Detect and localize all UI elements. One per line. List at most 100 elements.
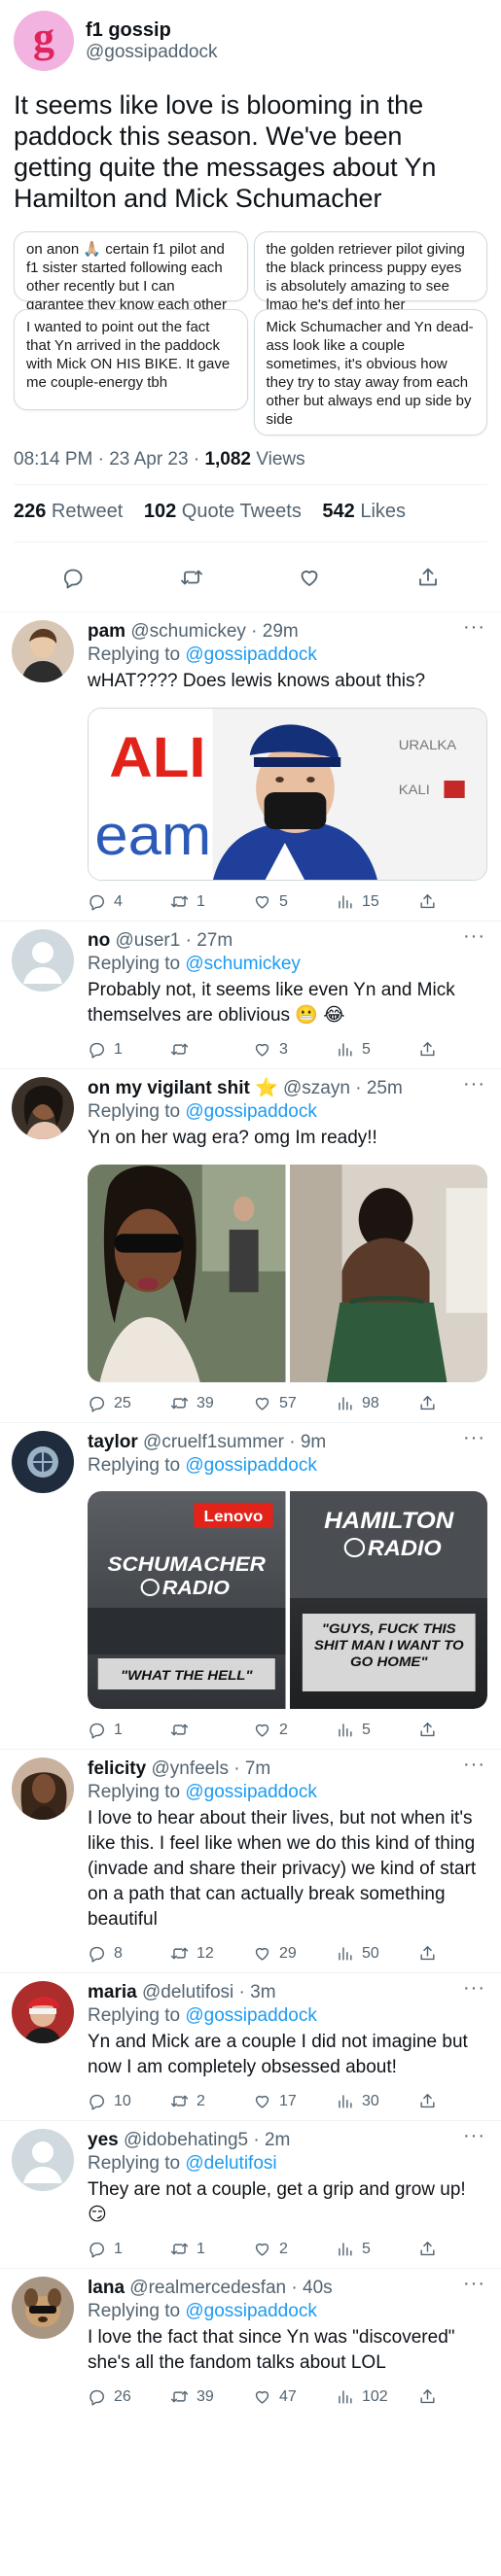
- like-button[interactable]: 57: [253, 1394, 336, 1412]
- likes-stat[interactable]: 542 Likes: [322, 501, 406, 522]
- like-button[interactable]: 5: [253, 892, 336, 911]
- mention-link[interactable]: @gossipaddock: [185, 644, 316, 665]
- reply-author-name[interactable]: yes: [88, 2130, 119, 2150]
- reply-image[interactable]: [289, 1165, 487, 1382]
- share-button[interactable]: [418, 1944, 445, 1963]
- retweet-icon[interactable]: [180, 566, 203, 589]
- share-button[interactable]: [418, 2240, 445, 2258]
- reply-button[interactable]: 1: [88, 1721, 170, 1739]
- views-button[interactable]: 30: [336, 2092, 418, 2110]
- more-icon[interactable]: ···: [463, 1978, 485, 1998]
- reply-button[interactable]: 1: [88, 1040, 170, 1059]
- reply-tweet[interactable]: no @user1 · 27m Replying to @schumickey …: [0, 922, 501, 1069]
- reply-author-name[interactable]: on my vigilant shit ⭐: [88, 1078, 278, 1098]
- avatar[interactable]: [12, 2277, 74, 2339]
- like-icon: [253, 1944, 271, 1963]
- share-button[interactable]: [418, 1040, 445, 1059]
- share-button[interactable]: [418, 2092, 445, 2110]
- retweet-button[interactable]: [170, 1721, 253, 1739]
- reply-author-name[interactable]: felicity: [88, 1758, 146, 1779]
- reply-button[interactable]: 10: [88, 2092, 170, 2110]
- reply-image[interactable]: ALI eam URALKA KALI: [88, 708, 487, 881]
- reply-image[interactable]: [88, 1165, 286, 1382]
- author-name[interactable]: f1 gossip: [86, 19, 217, 42]
- retweet-button[interactable]: 39: [170, 1394, 253, 1412]
- mention-link[interactable]: @gossipaddock: [185, 2005, 316, 2026]
- reply-icon[interactable]: [61, 566, 85, 589]
- views-button[interactable]: 5: [336, 2240, 418, 2258]
- mention-link[interactable]: @gossipaddock: [185, 1782, 316, 1802]
- reply-tweet[interactable]: felicity @ynfeels · 7m Replying to @goss…: [0, 1750, 501, 1973]
- more-icon[interactable]: ···: [463, 1428, 485, 1447]
- retweet-button[interactable]: [170, 1040, 253, 1059]
- author-handle[interactable]: @gossipaddock: [86, 42, 217, 63]
- views-button[interactable]: 5: [336, 1040, 418, 1059]
- reply-tweet[interactable]: yes @idobehating5 · 2m Replying to @delu…: [0, 2121, 501, 2269]
- reply-image[interactable]: Lenovo SCHUMACHER RADIO "WHAT THE HELL": [88, 1491, 286, 1709]
- more-icon[interactable]: ···: [463, 2126, 485, 2145]
- views-button[interactable]: 15: [336, 892, 418, 911]
- like-button[interactable]: 3: [253, 1040, 336, 1059]
- reply-button[interactable]: 26: [88, 2387, 170, 2406]
- avatar[interactable]: [12, 1077, 74, 1139]
- share-button[interactable]: [418, 1721, 445, 1739]
- reply-tweet[interactable]: taylor @cruelf1summer · 9m Replying to @…: [0, 1423, 501, 1750]
- views-button[interactable]: 102: [336, 2387, 418, 2406]
- like-button[interactable]: 2: [253, 1721, 336, 1739]
- reply-icon: [88, 1944, 106, 1963]
- retweet-button[interactable]: 39: [170, 2387, 253, 2406]
- share-button[interactable]: [418, 892, 445, 911]
- reply-author-name[interactable]: pam: [88, 621, 125, 642]
- mention-link[interactable]: @gossipaddock: [185, 1455, 316, 1476]
- avatar[interactable]: [12, 620, 74, 682]
- more-icon[interactable]: ···: [463, 1074, 485, 1094]
- like-button[interactable]: 17: [253, 2092, 336, 2110]
- share-button[interactable]: [418, 1394, 445, 1412]
- share-icon[interactable]: [416, 566, 440, 589]
- retweet-button[interactable]: 1: [170, 2240, 253, 2258]
- retweet-stat[interactable]: 226 Retweet: [14, 501, 123, 522]
- reply-tweet[interactable]: maria @delutifosi · 3m Replying to @goss…: [0, 1973, 501, 2121]
- avatar[interactable]: [12, 1758, 74, 1820]
- like-button[interactable]: 2: [253, 2240, 336, 2258]
- like-button[interactable]: 29: [253, 1944, 336, 1963]
- reply-author-name[interactable]: no: [88, 930, 110, 951]
- mention-link[interactable]: @gossipaddock: [185, 1101, 316, 1122]
- reply-author-name[interactable]: taylor: [88, 1432, 138, 1452]
- more-icon[interactable]: ···: [463, 2274, 485, 2293]
- quote-tweet-stat[interactable]: 102 Quote Tweets: [144, 501, 302, 522]
- views-button[interactable]: 50: [336, 1944, 418, 1963]
- more-icon[interactable]: ···: [463, 617, 485, 637]
- avatar[interactable]: [12, 1981, 74, 2043]
- like-button[interactable]: 47: [253, 2387, 336, 2406]
- share-icon: [418, 1394, 437, 1412]
- reply-button[interactable]: 25: [88, 1394, 170, 1412]
- reply-image[interactable]: HAMILTON RADIO "GUYS, FUCK THIS SHIT MAN…: [289, 1491, 487, 1709]
- avatar[interactable]: [12, 929, 74, 992]
- reply-button[interactable]: 8: [88, 1944, 170, 1963]
- mention-link[interactable]: @schumickey: [185, 954, 301, 974]
- reply-tweet[interactable]: lana @realmercedesfan · 40s Replying to …: [0, 2269, 501, 2416]
- reply-author-name[interactable]: lana: [88, 2278, 125, 2298]
- views-button[interactable]: 98: [336, 1394, 418, 1412]
- reply-tweet[interactable]: pam @schumickey · 29m Replying to @gossi…: [0, 612, 501, 922]
- like-icon[interactable]: [298, 566, 321, 589]
- views-button[interactable]: 5: [336, 1721, 418, 1739]
- mention-link[interactable]: @delutifosi: [185, 2153, 276, 2174]
- reply-button[interactable]: 4: [88, 892, 170, 911]
- avatar[interactable]: [12, 1431, 74, 1493]
- mention-link[interactable]: @gossipaddock: [185, 2301, 316, 2321]
- tweet-time[interactable]: 08:14 PM · 23 Apr 23 ·: [14, 449, 204, 470]
- retweet-button[interactable]: 1: [170, 892, 253, 911]
- reply-tweet[interactable]: on my vigilant shit ⭐ @szayn · 25m Reply…: [0, 1069, 501, 1423]
- avatar[interactable]: g: [14, 11, 74, 71]
- more-icon[interactable]: ···: [463, 926, 485, 946]
- reply-button[interactable]: 1: [88, 2240, 170, 2258]
- retweet-button[interactable]: 12: [170, 1944, 253, 1963]
- retweet-button[interactable]: 2: [170, 2092, 253, 2110]
- quote-screenshots[interactable]: on anon 🙏🏼 certain f1 pilot and f1 siste…: [14, 231, 487, 435]
- share-button[interactable]: [418, 2387, 445, 2406]
- avatar[interactable]: [12, 2129, 74, 2191]
- reply-author-name[interactable]: maria: [88, 1982, 137, 2002]
- more-icon[interactable]: ···: [463, 1755, 485, 1774]
